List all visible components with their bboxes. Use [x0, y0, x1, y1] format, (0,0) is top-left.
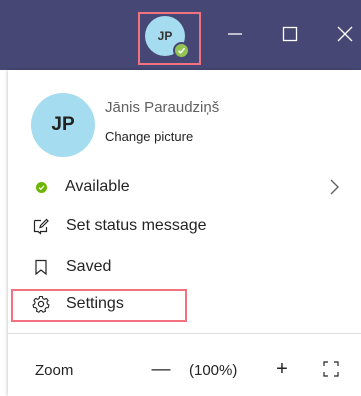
- profile-avatar-initials: JP: [51, 114, 75, 135]
- check-icon: [38, 184, 44, 190]
- availability-menu-item[interactable]: Available: [8, 170, 361, 204]
- settings-menu-item[interactable]: Settings: [8, 287, 361, 321]
- maximize-button[interactable]: [278, 22, 302, 46]
- profile-menu-panel: JP Jānis Paraudziņš Change picture Avail…: [8, 70, 361, 396]
- minimize-icon: [228, 33, 242, 35]
- profile-avatar[interactable]: JP: [31, 93, 95, 157]
- available-status-icon: [173, 42, 190, 59]
- close-button[interactable]: [333, 22, 357, 46]
- titlebar-avatar-initials: JP: [157, 29, 173, 43]
- change-picture-link[interactable]: Change picture: [105, 129, 193, 144]
- profile-name: Jānis Paraudziņš: [105, 99, 220, 116]
- zoom-label: Zoom: [35, 362, 74, 379]
- title-bar: JP: [0, 0, 361, 70]
- saved-label: Saved: [66, 258, 112, 275]
- set-status-message-label: Set status message: [66, 217, 207, 234]
- gear-icon: [32, 295, 50, 313]
- zoom-row: Zoom — (100%) +: [8, 353, 361, 387]
- chevron-right-icon: [330, 179, 339, 195]
- zoom-out-button[interactable]: —: [151, 358, 171, 382]
- saved-menu-item[interactable]: Saved: [8, 250, 361, 284]
- check-icon: [177, 47, 186, 54]
- bookmark-icon: [32, 258, 50, 276]
- set-status-message-menu-item[interactable]: Set status message: [8, 209, 361, 243]
- close-icon: [337, 26, 353, 42]
- availability-label: Available: [65, 178, 130, 195]
- maximize-icon: [282, 26, 298, 42]
- fit-to-window-icon[interactable]: [323, 361, 339, 377]
- teams-window: JP JP Jānis Paraudziņš Change picture Av…: [0, 0, 361, 396]
- available-dot-icon: [32, 178, 50, 196]
- zoom-level: (100%): [189, 362, 238, 379]
- settings-label: Settings: [66, 295, 124, 312]
- zoom-in-button[interactable]: +: [272, 357, 292, 381]
- menu-divider: [8, 333, 361, 334]
- edit-status-icon: [32, 217, 50, 235]
- minimize-button[interactable]: [223, 22, 247, 46]
